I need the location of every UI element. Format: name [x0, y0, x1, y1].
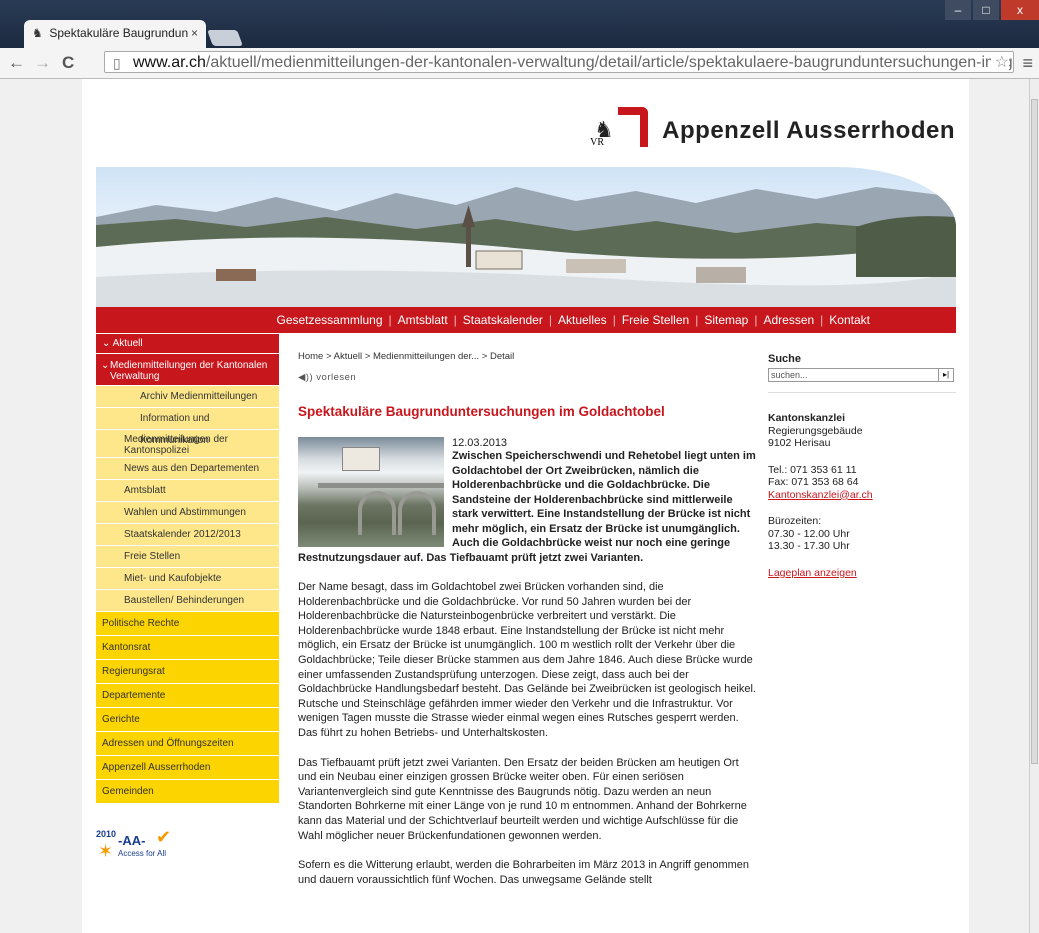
badge-year: 2010 — [96, 829, 117, 839]
read-aloud-button[interactable]: ◀)) vorlesen — [298, 372, 758, 383]
site-logo[interactable]: ♞ VR Appenzell Ausserrhoden — [588, 107, 955, 155]
sidebar-item-amtsblatt[interactable]: Amtsblatt — [96, 480, 279, 502]
logo-text: Appenzell Ausserrhoden — [662, 117, 955, 144]
top-navigation: Gesetzessammlung | Amtsblatt | Staatskalende… — [96, 307, 956, 333]
scrollbar-thumb[interactable] — [1031, 99, 1038, 764]
access-for-all-badge[interactable]: 2010 ✶ -AA- ✔ Access for All — [96, 827, 184, 865]
chevron-down-icon: ⌄ — [102, 338, 113, 349]
sidebar-item-wahlen[interactable]: Wahlen und Abstimmungen — [96, 502, 279, 524]
article-content: Home > Aktuell > Medienmitteilungen der.… — [298, 351, 758, 887]
sidebar-item-miet-kaufobjekte[interactable]: Miet- und Kaufobjekte — [96, 568, 279, 590]
breadcrumb[interactable]: Home > Aktuell > Medienmitteilungen der.… — [298, 351, 758, 362]
article-lead: 12.03.2013 Zwischen Speicherschwendi und… — [298, 437, 758, 565]
sidebar-item-kantonspolizei[interactable]: Medienmitteilungen der Kantonspolizei — [96, 430, 279, 458]
browser-viewport: ♞ VR Appenzell Ausserrhoden Gesetzessamm… — [0, 79, 1039, 933]
search-placeholder: suchen... — [771, 370, 808, 380]
page-scrollbar[interactable] — [1029, 79, 1039, 933]
badge-label: -AA- — [118, 833, 146, 848]
sidebar-item-aktuell[interactable]: ⌄ Aktuell — [96, 334, 279, 354]
contact-info: Kantonskanzlei Regierungsgebäude 9102 He… — [768, 412, 956, 579]
url-host: www.ar.ch — [133, 54, 206, 71]
right-column: Suche suchen... ▸| Kantonskanzlei Regier… — [768, 351, 956, 579]
bridge-photo — [298, 437, 444, 547]
address-bar[interactable]: ▯ www.ar.ch/aktuell/medienmitteilungen-d… — [104, 51, 1014, 73]
article-paragraph-2: Das Tiefbauamt prüft jetzt zwei Variante… — [298, 756, 747, 842]
contact-address-2: 9102 Herisau — [768, 437, 831, 449]
sidebar-item-adressen[interactable]: Adressen und Öffnungszeiten — [96, 732, 279, 756]
nav-gesetzessammlung[interactable]: Gesetzessammlung — [276, 313, 382, 327]
sidebar-item-regierungsrat[interactable]: Regierungsrat — [96, 660, 279, 684]
nav-adressen[interactable]: Adressen — [763, 313, 814, 327]
chrome-menu-icon[interactable]: ≡ — [1022, 53, 1033, 74]
nav-freie-stellen[interactable]: Freie Stellen — [622, 313, 689, 327]
nav-kontakt[interactable]: Kontakt — [829, 313, 870, 327]
window-close-icon[interactable]: x — [1001, 0, 1039, 20]
badge-sub: Access for All — [118, 849, 167, 858]
sidebar-item-appenzell[interactable]: Appenzell Ausserrhoden — [96, 756, 279, 780]
contact-fax: Fax: 071 353 68 64 — [768, 476, 859, 488]
minimize-icon[interactable]: – — [945, 0, 971, 20]
winter-landscape-illustration — [96, 187, 956, 307]
search-heading: Suche — [768, 353, 802, 365]
url-path: /aktuell/medienmitteilungen-der-kantonal… — [205, 54, 1014, 71]
sidebar-item-departemente[interactable]: Departemente — [96, 684, 279, 708]
bear-favicon-icon: ♞ — [32, 26, 43, 40]
sidebar-item-politische-rechte[interactable]: Politische Rechte — [96, 612, 279, 636]
browser-tab[interactable]: ♞ Spektakuläre Baugrundun × — [24, 20, 206, 48]
sidebar-item-archiv[interactable]: Archiv Medienmitteilungen — [96, 386, 279, 408]
sidebar-item-baustellen[interactable]: Baustellen/ Behinderungen — [96, 590, 279, 612]
article-paragraph-1: Der Name besagt, dass im Goldachtobel zw… — [298, 581, 756, 739]
contact-address-1: Regierungsgebäude — [768, 424, 863, 437]
article-paragraph-3: Sofern es die Witterung erlaubt, werden … — [298, 859, 750, 886]
sidebar-item-information[interactable]: Information und Kommunikation — [96, 408, 279, 446]
browser-toolbar: ← → C ▯ www.ar.ch/aktuell/medienmitteilu… — [0, 48, 1039, 79]
article-title: Spektakuläre Baugrunduntersuchungen im G… — [298, 404, 665, 419]
search-submit-button[interactable]: ▸| — [938, 369, 953, 381]
chevron-down-icon: ⌄ — [101, 360, 110, 371]
web-page: ♞ VR Appenzell Ausserrhoden Gesetzessamm… — [82, 79, 969, 933]
maximize-icon[interactable]: □ — [973, 0, 999, 20]
page-icon: ▯ — [113, 55, 121, 71]
bookmark-star-icon[interactable]: ☆ — [990, 52, 1009, 72]
checkmark-icon: ✔ — [156, 827, 172, 847]
tab-title: Spektakuläre Baugrundun — [49, 26, 189, 40]
sidebar-navigation: ⌄ Aktuell ⌄ Medienmitteilungen der Kanton… — [96, 334, 279, 804]
contact-tel: Tel.: 071 353 61 11 — [768, 463, 857, 476]
divider — [768, 392, 956, 393]
tab-close-icon[interactable]: × — [191, 26, 198, 40]
contact-org: Kantonskanzlei — [768, 412, 846, 424]
sidebar-item-gerichte[interactable]: Gerichte — [96, 708, 279, 732]
nav-amtsblatt[interactable]: Amtsblatt — [398, 313, 448, 327]
forward-icon[interactable]: → — [34, 53, 51, 73]
coat-of-arms-icon: ♞ VR — [588, 107, 652, 155]
map-link[interactable]: Lageplan anzeigen — [768, 567, 857, 579]
sidebar-item-kantonsrat[interactable]: Kantonsrat — [96, 636, 279, 660]
contact-email-link[interactable]: Kantonskanzlei@ar.ch — [768, 489, 873, 501]
window-controls: – □ x — [943, 0, 1039, 20]
reload-icon[interactable]: C — [62, 53, 74, 73]
new-tab-button[interactable] — [207, 30, 243, 46]
browser-titlebar: ♞ Spektakuläre Baugrundun × – □ x — [0, 0, 1039, 48]
sidebar-item-gemeinden[interactable]: Gemeinden — [96, 780, 279, 804]
hours-label: Bürozeiten: — [768, 515, 822, 527]
landscape-banner-image — [96, 167, 956, 307]
nav-aktuelles[interactable]: Aktuelles — [558, 313, 607, 327]
speaker-icon: ◀)) — [298, 372, 317, 383]
search-input[interactable]: suchen... ▸| — [768, 368, 954, 382]
hours-morning: 07.30 - 12.00 Uhr — [768, 527, 850, 540]
sidebar-item-freie-stellen[interactable]: Freie Stellen — [96, 546, 279, 568]
nav-sitemap[interactable]: Sitemap — [704, 313, 748, 327]
back-icon[interactable]: ← — [8, 53, 25, 73]
sidebar-item-news[interactable]: News aus den Departementen — [96, 458, 279, 480]
nav-staatskalender[interactable]: Staatskalender — [463, 313, 543, 327]
logo-letters: VR — [590, 137, 605, 148]
sidebar-item-staatskalender[interactable]: Staatskalender 2012/2013 — [96, 524, 279, 546]
sidebar-item-medienmitteilungen[interactable]: ⌄ Medienmitteilungen der Kantonalen Verwa… — [96, 354, 279, 386]
accessibility-star-icon: ✶ — [98, 841, 114, 861]
hours-afternoon: 13.30 - 17.30 Uhr — [768, 540, 850, 552]
